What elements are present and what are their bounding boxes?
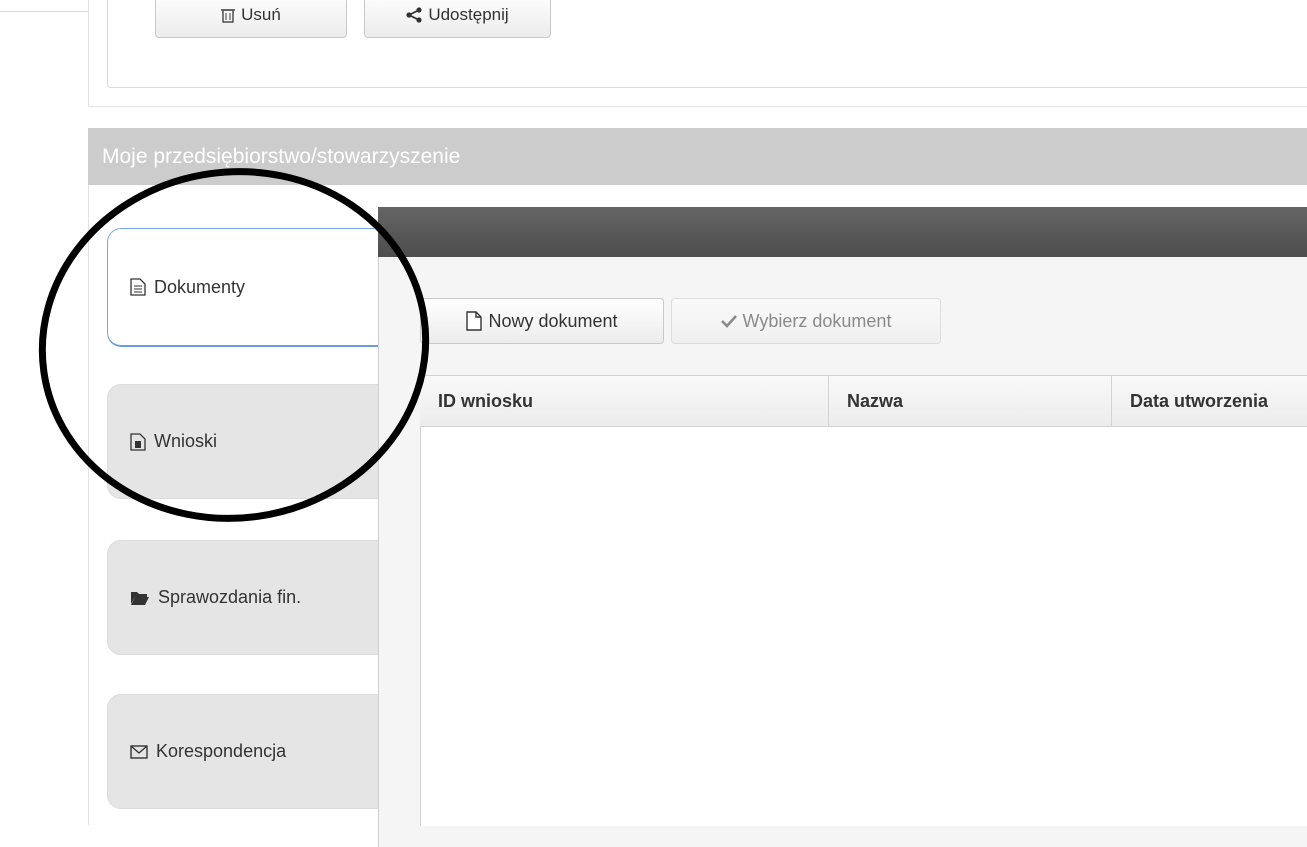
tab-applications[interactable]: Wnioski [107, 384, 397, 499]
documents-table [420, 375, 1307, 826]
choose-document-button[interactable]: Wybierz dokument [671, 298, 941, 344]
folder-open-icon [130, 590, 150, 606]
delete-label: Usuń [241, 5, 281, 24]
tab-applications-label: Wnioski [154, 431, 218, 451]
tab-financial-reports[interactable]: Sprawozdania fin. [107, 540, 397, 655]
share-label: Udostępnij [428, 5, 509, 24]
tab-financial-reports-label: Sprawozdania fin. [158, 587, 302, 607]
share-button[interactable]: Udostępnij [364, 0, 551, 38]
section-title: Moje przedsiębiorstwo/stowarzyszenie [102, 145, 461, 168]
section-header: Moje przedsiębiorstwo/stowarzyszenie [88, 128, 1307, 185]
application-icon [130, 432, 146, 451]
checkmark-icon [720, 314, 737, 328]
document-icon [130, 278, 146, 296]
share-icon [406, 7, 422, 23]
choose-document-label: Wybierz dokument [742, 310, 892, 331]
column-header-name[interactable]: Nazwa [828, 376, 1111, 426]
file-icon [466, 311, 483, 331]
tab-correspondence[interactable]: Korespondencja [107, 694, 397, 809]
new-document-label: Nowy dokument [488, 310, 618, 331]
new-document-button[interactable]: Nowy dokument [420, 298, 664, 344]
column-header-created-date[interactable]: Data utworzenia [1111, 376, 1307, 426]
trash-icon [221, 7, 236, 23]
envelope-icon [130, 744, 148, 759]
column-header-id[interactable]: ID wniosku [420, 376, 828, 426]
tab-documents[interactable]: Dokumenty [107, 228, 397, 347]
panel-header-bar [378, 207, 1307, 257]
tab-correspondence-label: Korespondencja [156, 741, 287, 761]
delete-button[interactable]: Usuń [155, 0, 347, 38]
tab-documents-label: Dokumenty [154, 276, 246, 297]
